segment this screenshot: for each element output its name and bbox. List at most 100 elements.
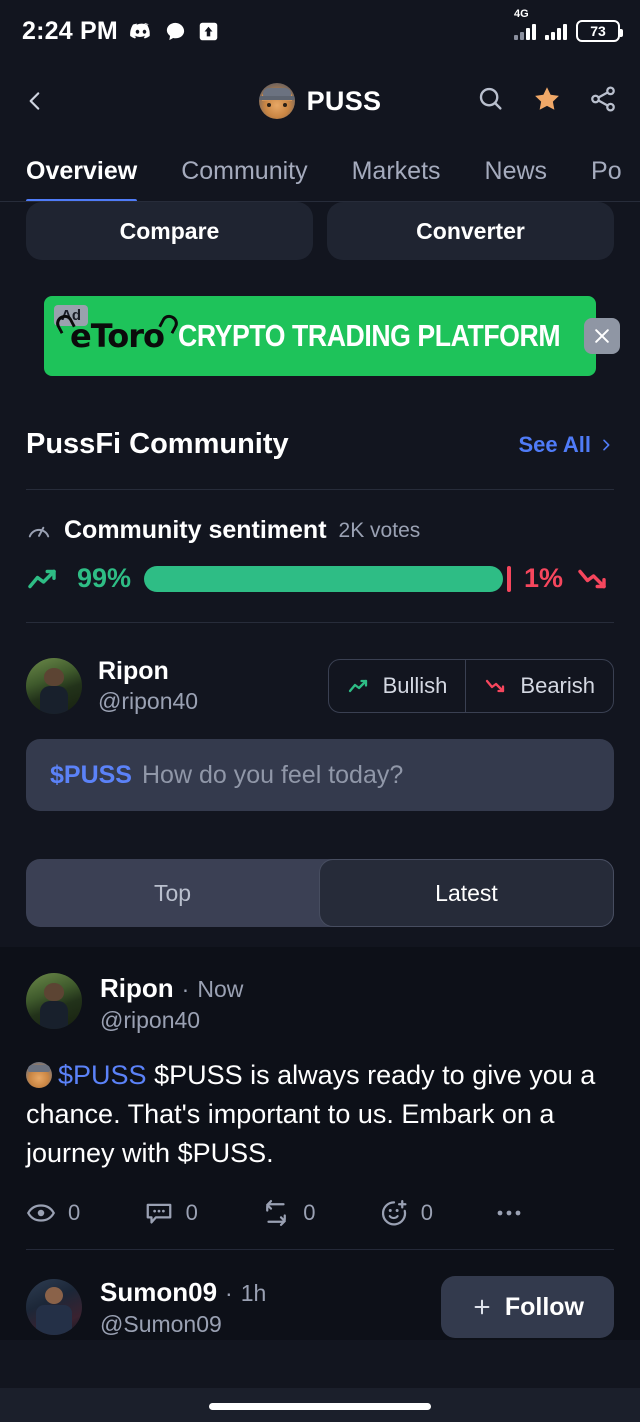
tab-news[interactable]: News <box>485 140 572 201</box>
search-icon[interactable] <box>476 84 506 119</box>
header-actions <box>476 84 618 119</box>
tab-community[interactable]: Community <box>181 140 331 201</box>
react-count: 0 <box>420 1200 434 1226</box>
share-icon[interactable] <box>588 84 618 119</box>
comment-bubble-icon <box>146 1204 171 1224</box>
post-author-line: Sumon09 · 1h <box>100 1277 266 1308</box>
ad-container: Ad eToro CRYPTO TRADING PLATFORM <box>0 252 640 376</box>
sentiment-bar-bearish <box>507 565 511 592</box>
bullish-button[interactable]: Bullish <box>329 660 466 712</box>
community-section-header: PussFi Community See All <box>0 376 640 461</box>
tab-overview[interactable]: Overview <box>26 140 161 201</box>
feed-tab-latest[interactable]: Latest <box>319 859 614 927</box>
etoro-logo: eToro <box>70 317 165 355</box>
composer-placeholder: How do you feel today? <box>141 760 404 789</box>
ad-headline: CRYPTO TRADING PLATFORM <box>178 318 561 353</box>
plus-icon <box>474 1299 490 1315</box>
tabs-scroller[interactable]: Overview Community Markets News Po <box>0 140 640 201</box>
bullish-button-label: Bullish <box>382 673 448 698</box>
trend-up-icon <box>348 679 367 693</box>
status-bar-left: 2:24 PM <box>22 17 219 46</box>
post-feed: Ripon · Now @ripon40 $PUSS $PUSS is alwa… <box>0 947 640 1341</box>
chevron-left-icon <box>29 92 40 110</box>
emoji-react-icon <box>381 1200 407 1226</box>
post-author-name: Sumon09 <box>100 1276 218 1307</box>
sentiment-bar <box>144 565 511 592</box>
ad-close-button[interactable] <box>584 318 620 354</box>
bearish-button-label: Bearish <box>520 673 595 698</box>
bearish-button[interactable]: Bearish <box>465 660 613 712</box>
react-action[interactable]: 0 <box>379 1199 497 1227</box>
post-cashtag[interactable]: $PUSS <box>58 1060 147 1090</box>
post-author-handle: @ripon40 <box>100 1007 201 1033</box>
comment-count: 0 <box>185 1200 198 1226</box>
see-all-label: See All <box>518 431 591 457</box>
follow-button-label: Follow <box>504 1292 584 1321</box>
views-count: 0 <box>68 1200 81 1226</box>
app-screen: 2:24 PM 4G 73 PUSS Overview Community Ma… <box>0 0 640 1422</box>
section-tabs: Overview Community Markets News Po <box>0 140 640 202</box>
repost-count: 0 <box>303 1200 316 1226</box>
network-4g-indicator: 4G <box>514 9 536 40</box>
trend-down-icon <box>578 569 606 588</box>
sentiment-header: Community sentiment 2K votes <box>0 490 640 545</box>
puss-cat-logo <box>258 83 295 119</box>
converter-button[interactable]: Converter <box>327 202 614 260</box>
post-separator: · <box>225 1279 233 1306</box>
sentiment-bar-bullish <box>144 565 504 592</box>
trend-up-icon <box>28 569 56 588</box>
home-indicator[interactable] <box>0 1403 640 1410</box>
close-x-icon <box>595 329 609 343</box>
gauge-icon <box>28 526 50 537</box>
post-author-line: Ripon · Now <box>100 973 243 1004</box>
see-all-link[interactable]: See All <box>518 432 614 458</box>
sentiment-bar-row: 99% 1% <box>0 545 640 594</box>
quick-action-row: Compare Converter <box>0 202 640 260</box>
avatar[interactable] <box>26 973 82 1029</box>
bullish-percent: 99% <box>77 563 132 593</box>
post-composer[interactable]: $PUSS How do you feel today? <box>26 739 614 811</box>
follow-button[interactable]: Follow <box>440 1276 614 1339</box>
repost-icon <box>266 1200 287 1227</box>
back-button[interactable] <box>22 88 62 114</box>
current-user-name: Ripon <box>98 657 169 685</box>
post-author-names: Sumon09 · 1h @Sumon09 <box>100 1277 266 1338</box>
post-action-bar: 0 0 0 0 <box>26 1199 614 1249</box>
post-separator: · <box>181 976 190 1002</box>
repost-action[interactable]: 0 <box>261 1199 379 1227</box>
list-item[interactable]: Sumon09 · 1h @Sumon09 Follow <box>0 1250 640 1339</box>
comment-action[interactable]: 0 <box>144 1199 262 1227</box>
tab-portfolio[interactable]: Po <box>591 140 640 201</box>
more-dots-icon <box>497 1211 521 1216</box>
status-bar-right: 4G 73 <box>514 9 623 42</box>
ad-content: eToro CRYPTO TRADING PLATFORM <box>44 317 622 355</box>
signal-bars-icon <box>545 22 567 40</box>
eye-views-icon <box>26 1204 56 1223</box>
post-text: $PUSS $PUSS is always ready to give you … <box>26 1056 614 1173</box>
sentiment-label: Community sentiment <box>64 516 327 544</box>
page-title: PUSS <box>306 85 382 116</box>
current-user-names: Ripon @ripon40 <box>98 657 198 715</box>
list-item[interactable]: Ripon · Now @ripon40 $PUSS $PUSS is alwa… <box>0 947 640 1251</box>
more-options-button[interactable] <box>496 1207 614 1219</box>
discord-icon <box>129 19 153 43</box>
tab-markets[interactable]: Markets <box>352 140 465 201</box>
post-author-names: Ripon · Now @ripon40 <box>100 973 243 1034</box>
ad-banner[interactable]: Ad eToro CRYPTO TRADING PLATFORM <box>44 296 620 376</box>
sentiment-votes: 2K votes <box>338 518 421 542</box>
vote-button-group: Bullish Bearish <box>327 659 614 713</box>
post-timestamp: Now <box>197 976 244 1002</box>
compare-button[interactable]: Compare <box>26 202 313 260</box>
app-header: PUSS <box>0 62 640 140</box>
feed-tab-top[interactable]: Top <box>26 859 319 927</box>
messages-bubble-icon <box>164 20 187 43</box>
views-action[interactable]: 0 <box>26 1200 144 1226</box>
scroll-body[interactable]: Compare Converter Ad eToro CRYPTO TRADIN… <box>0 202 640 1422</box>
post-timestamp: 1h <box>240 1279 267 1306</box>
current-user-handle: @ripon40 <box>98 688 199 714</box>
vote-row: Ripon @ripon40 Bullish Bearish <box>0 623 640 715</box>
star-favorite-icon[interactable] <box>532 84 562 119</box>
post-author-name: Ripon <box>100 973 174 1003</box>
avatar[interactable] <box>26 1279 82 1336</box>
avatar[interactable] <box>26 658 82 714</box>
